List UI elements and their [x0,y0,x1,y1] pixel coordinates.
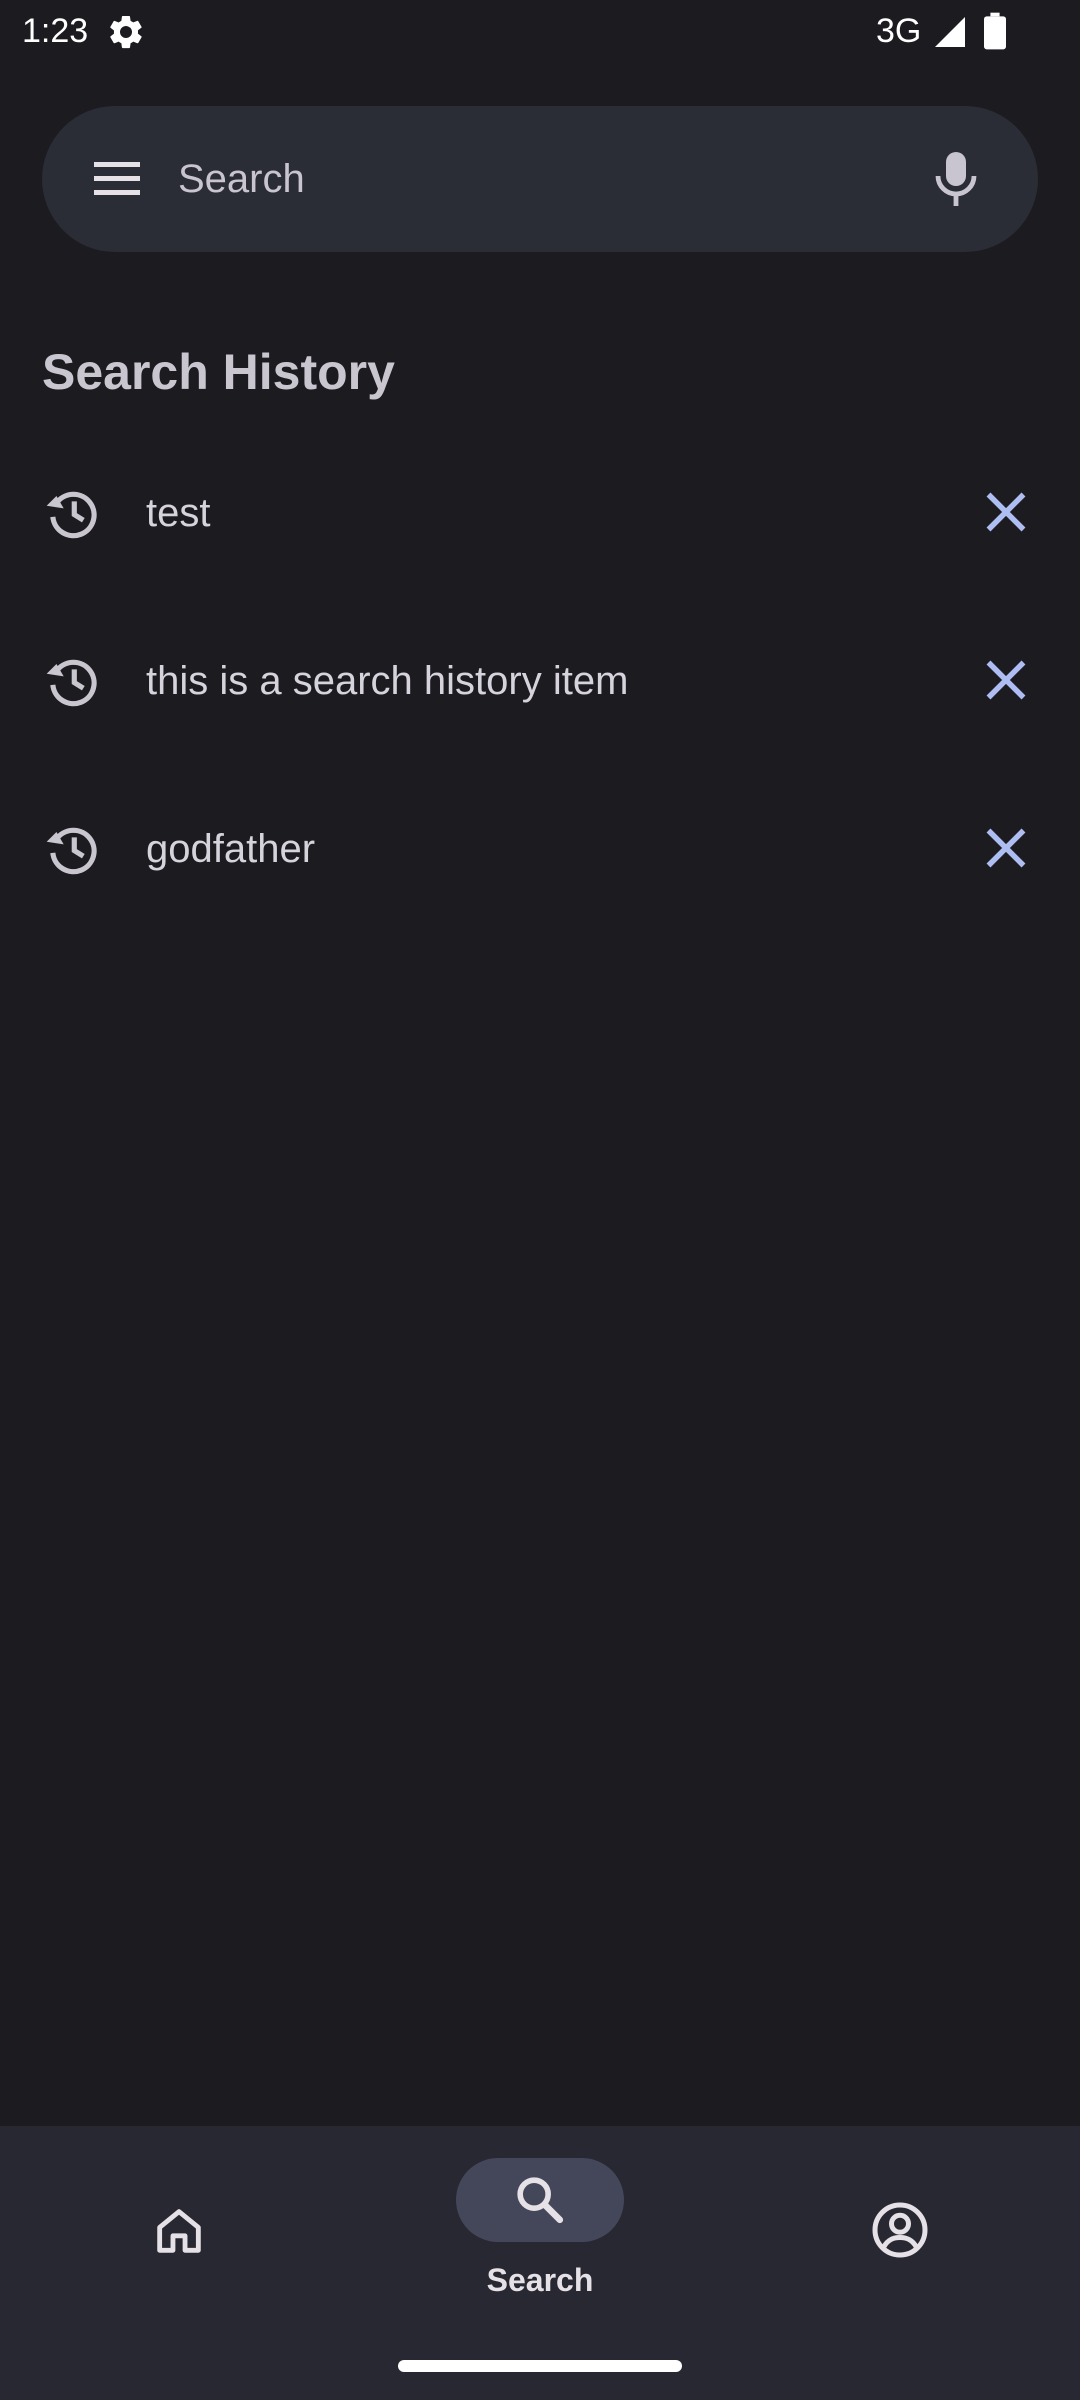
history-item[interactable]: this is a search history item [0,598,1080,766]
search-icon [517,2177,564,2224]
network-type: 3G [876,12,922,50]
status-time: 1:23 [22,12,89,50]
close-icon[interactable] [976,482,1036,542]
history-item-label: test [146,491,211,535]
menu-icon[interactable] [92,156,142,202]
search-input[interactable]: Search [178,152,305,206]
screen: 1:23 3G Search Search History test this … [0,0,1080,2400]
gear-icon [110,15,142,49]
history-item-label: this is a search history item [146,659,629,703]
nav-item-account[interactable] [720,2126,1080,2326]
nav-active-indicator [456,2158,624,2242]
history-item[interactable]: test [0,430,1080,598]
close-icon[interactable] [976,818,1036,878]
history-icon [46,827,97,875]
history-item[interactable]: godfather [0,766,1080,934]
nav-item-home[interactable] [0,2126,360,2326]
battery-icon [984,12,1006,50]
search-bar[interactable]: Search [42,106,1038,252]
bottom-navigation: Search [0,2126,1080,2400]
mic-icon[interactable] [932,150,980,210]
nav-item-search[interactable]: Search [360,2126,720,2326]
home-icon [157,2209,201,2253]
signal-icon [935,17,965,47]
search-history-title: Search History [42,344,395,400]
history-icon [46,491,97,539]
nav-label-search: Search [486,2262,594,2298]
history-icon [46,659,97,707]
status-bar: 1:23 3G [0,0,1080,64]
account-icon [872,2202,928,2258]
close-icon[interactable] [976,650,1036,710]
gesture-handle[interactable] [398,2360,682,2372]
history-list: test this is a search history item godfa [0,430,1080,934]
history-item-label: godfather [146,827,316,871]
